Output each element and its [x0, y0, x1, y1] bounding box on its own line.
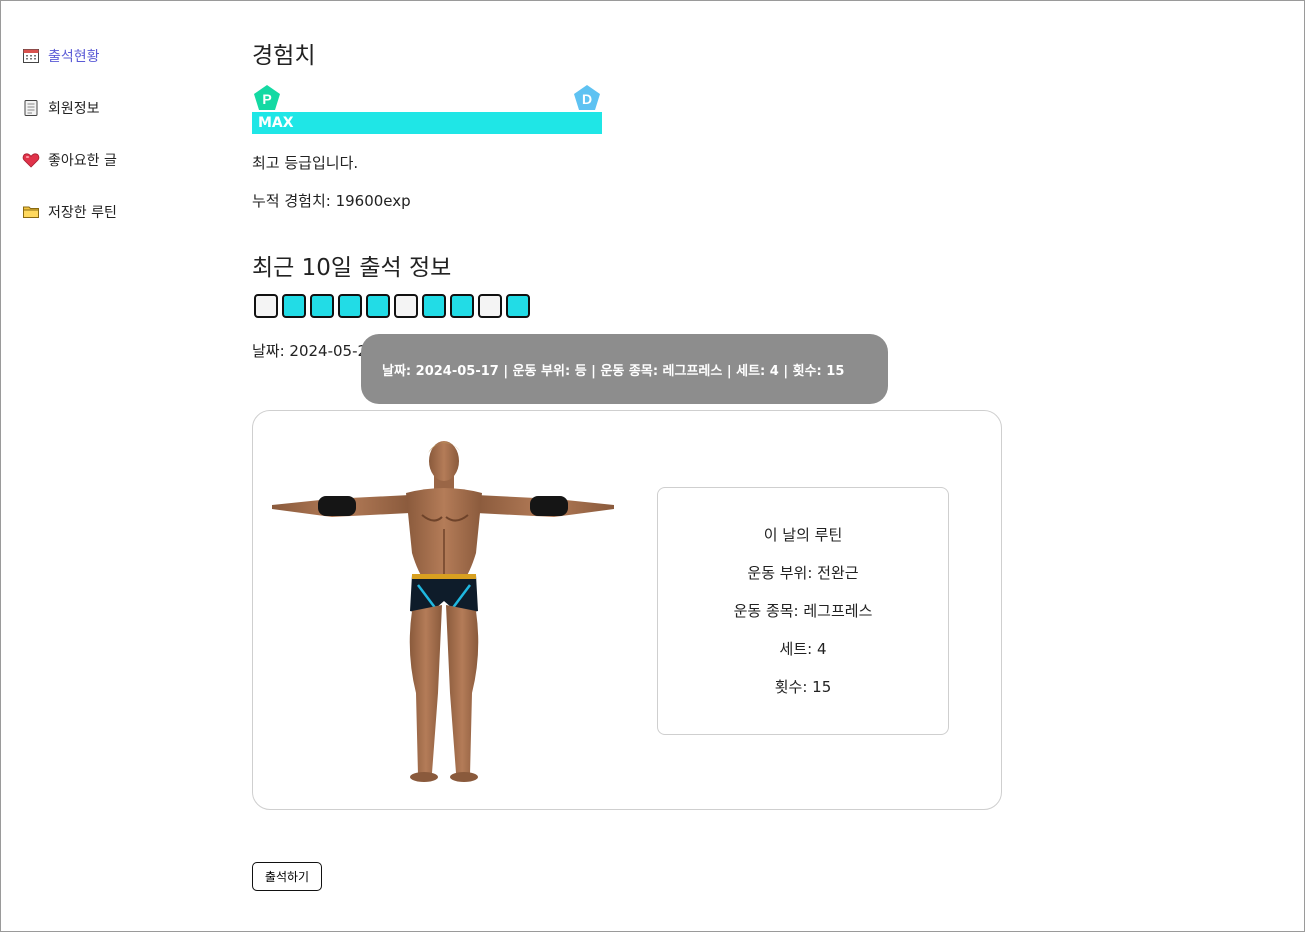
- total-experience-text: 누적 경험치: 19600exp: [252, 192, 411, 210]
- svg-text:P: P: [262, 91, 271, 107]
- attendance-day-8[interactable]: [450, 294, 474, 318]
- attendance-day-1[interactable]: [254, 294, 278, 318]
- heart-icon: [22, 151, 40, 169]
- routine-sets: 세트: 4: [779, 640, 827, 658]
- attendance-day-6[interactable]: [394, 294, 418, 318]
- attendance-day-10[interactable]: [506, 294, 530, 318]
- progress-label: MAX: [258, 115, 294, 131]
- routine-card: 이 날의 루틴 운동 부위: 전완근 운동 종목: 레그프레스 세트: 4 횟수…: [252, 410, 1002, 810]
- attendance-days: [254, 294, 530, 318]
- routine-reps: 횟수: 15: [774, 678, 832, 696]
- grade-status-text: 최고 등급입니다.: [252, 154, 359, 172]
- routine-exercise: 운동 종목: 레그프레스: [733, 602, 873, 620]
- sidebar-item-liked-posts[interactable]: 좋아요한 글: [22, 148, 117, 172]
- attendance-title: 최근 10일 출석 정보: [252, 255, 452, 281]
- sidebar-item-member-info[interactable]: 회원정보: [22, 96, 117, 120]
- sidebar-item-saved-routines[interactable]: 저장한 루틴: [22, 200, 117, 224]
- attendance-day-4[interactable]: [338, 294, 362, 318]
- routine-heading: 이 날의 루틴: [763, 526, 843, 544]
- sidebar: 출석현황 회원정보 좋아요한 글 저장한 루틴: [22, 44, 117, 252]
- experience-title: 경험치: [252, 43, 316, 69]
- attendance-day-5[interactable]: [366, 294, 390, 318]
- attendance-day-2[interactable]: [282, 294, 306, 318]
- current-grade-badge: P: [254, 85, 280, 110]
- document-icon: [22, 99, 40, 117]
- routine-info-box: 이 날의 루틴 운동 부위: 전완근 운동 종목: 레그프레스 세트: 4 횟수…: [657, 487, 949, 735]
- sidebar-item-attendance[interactable]: 출석현황: [22, 44, 117, 68]
- attendance-day-7[interactable]: [422, 294, 446, 318]
- folder-icon: [22, 203, 40, 221]
- attend-button[interactable]: 출석하기: [252, 862, 322, 891]
- svg-text:D: D: [582, 91, 592, 107]
- attendance-day-3[interactable]: [310, 294, 334, 318]
- sidebar-item-label: 출석현황: [48, 49, 100, 65]
- sidebar-item-label: 회원정보: [48, 101, 100, 117]
- next-grade-badge: D: [574, 85, 600, 110]
- routine-body-part: 운동 부위: 전완근: [747, 564, 859, 582]
- attendance-day-9[interactable]: [478, 294, 502, 318]
- sidebar-item-label: 좋아요한 글: [48, 153, 117, 169]
- experience-progress-bar: MAX: [252, 112, 602, 134]
- sidebar-item-label: 저장한 루틴: [48, 205, 117, 221]
- attendance-tooltip: 날짜: 2024-05-17 | 운동 부위: 등 | 운동 종목: 레그프레스…: [361, 334, 888, 404]
- calendar-icon: [22, 47, 40, 65]
- body-model-image: [272, 441, 614, 782]
- selected-date-text: 날짜: 2024-05-21: [252, 342, 377, 360]
